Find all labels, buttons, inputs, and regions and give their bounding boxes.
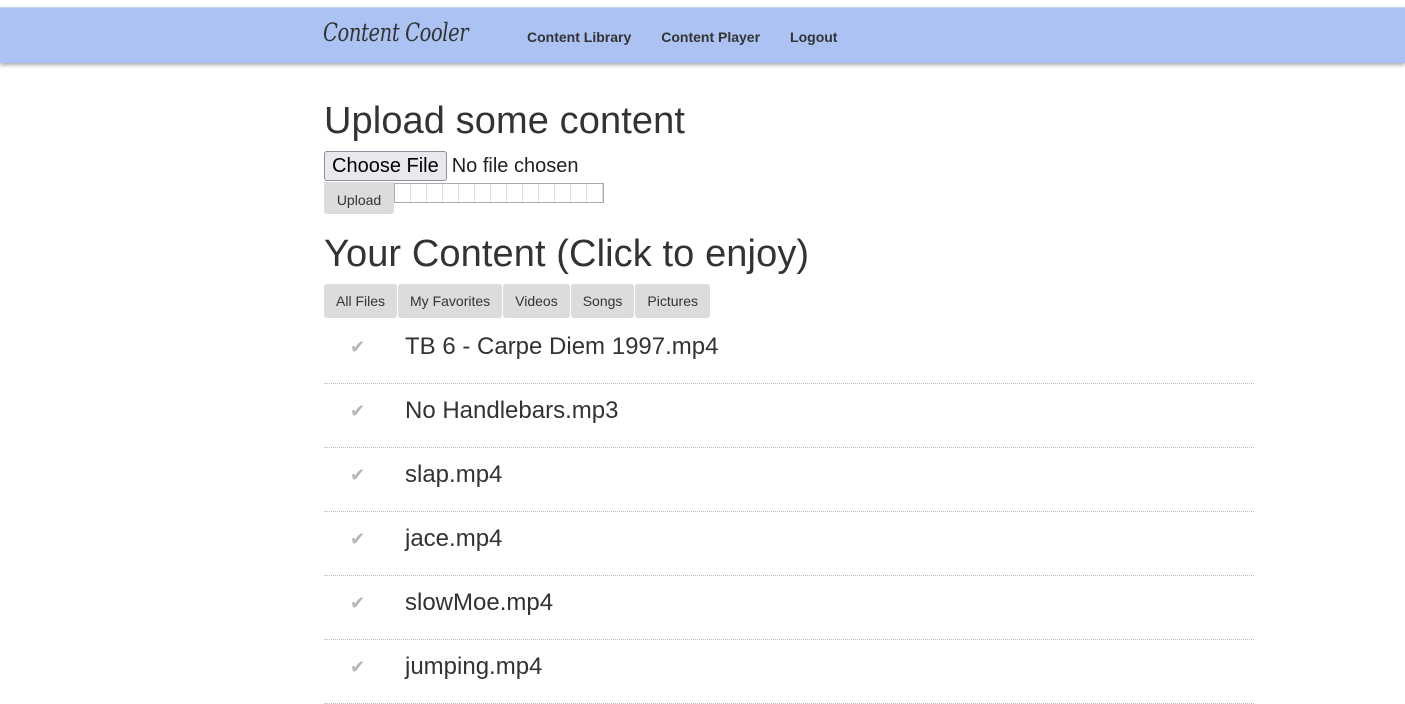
choose-file-button[interactable]: Choose File [324, 151, 447, 181]
upload-progress-bar [394, 183, 604, 203]
file-name: slowMoe.mp4 [405, 589, 554, 616]
list-item[interactable]: ✔ jumping.mp4 [324, 640, 1254, 704]
file-name: TB 6 - Carpe Diem 1997.mp4 [405, 333, 719, 360]
content-list: ✔ TB 6 - Carpe Diem 1997.mp4 ✔ No Handle… [324, 320, 1254, 704]
upload-button[interactable]: Upload [324, 182, 394, 214]
brand-logo[interactable]: Content Cooler [323, 18, 469, 47]
list-item[interactable]: ✔ slap.mp4 [324, 448, 1254, 512]
file-name: jumping.mp4 [405, 653, 543, 680]
check-icon[interactable]: ✔ [350, 337, 365, 358]
check-icon[interactable]: ✔ [350, 657, 365, 678]
tab-pictures[interactable]: Pictures [635, 284, 710, 318]
nav-logout[interactable]: Logout [790, 29, 837, 45]
check-icon[interactable]: ✔ [350, 401, 365, 422]
list-item[interactable]: ✔ TB 6 - Carpe Diem 1997.mp4 [324, 320, 1254, 384]
check-icon[interactable]: ✔ [350, 593, 365, 614]
file-name: No Handlebars.mp3 [405, 397, 619, 424]
file-status-text: No file chosen [451, 154, 579, 177]
content-heading: Your Content (Click to enjoy) [324, 233, 810, 275]
upload-heading: Upload some content [324, 100, 686, 142]
nav-links: Content Library Content Player Logout [527, 29, 867, 45]
tab-videos[interactable]: Videos [503, 284, 570, 318]
list-item[interactable]: ✔ slowMoe.mp4 [324, 576, 1254, 640]
list-item[interactable]: ✔ No Handlebars.mp3 [324, 384, 1254, 448]
tab-songs[interactable]: Songs [570, 284, 635, 318]
nav-content-library[interactable]: Content Library [527, 29, 631, 45]
navbar: Content Cooler Content Library Content P… [0, 7, 1405, 63]
nav-content-player[interactable]: Content Player [661, 29, 760, 45]
list-item[interactable]: ✔ jace.mp4 [324, 512, 1254, 576]
filter-tabs: All Files My Favorites Videos Songs Pict… [324, 284, 711, 318]
tab-all-files[interactable]: All Files [324, 284, 398, 318]
file-name: jace.mp4 [405, 525, 503, 552]
top-strip [0, 0, 1405, 7]
tab-my-favorites[interactable]: My Favorites [398, 284, 503, 318]
upload-row: Upload [324, 182, 604, 214]
file-name: slap.mp4 [405, 461, 503, 488]
file-input: Choose File No file chosen [324, 151, 578, 181]
check-icon[interactable]: ✔ [350, 465, 365, 486]
check-icon[interactable]: ✔ [350, 529, 365, 550]
